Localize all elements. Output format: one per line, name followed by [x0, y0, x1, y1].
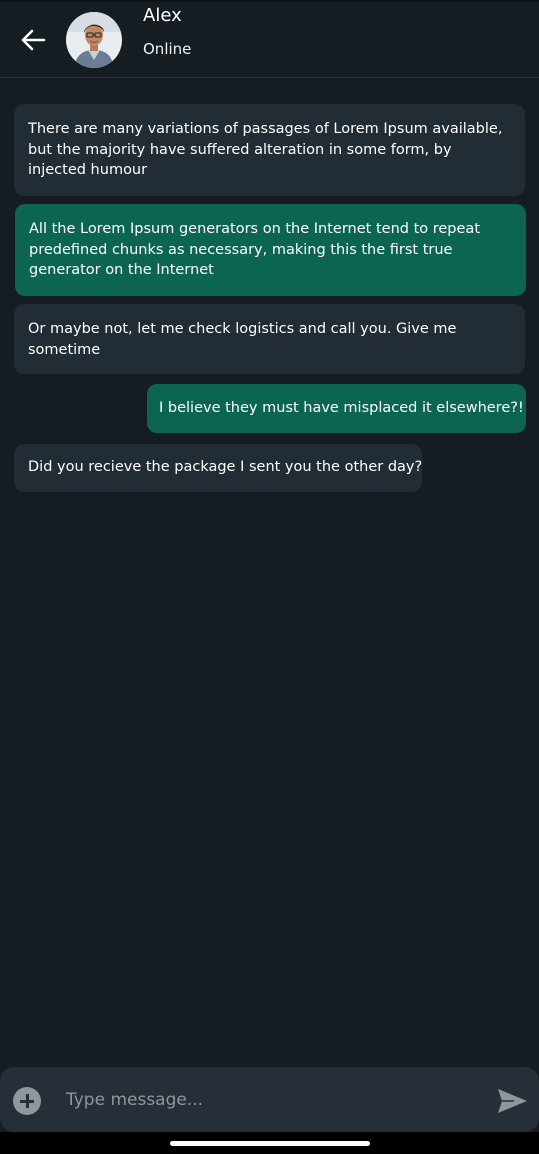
contact-name: Alex — [143, 5, 182, 26]
home-indicator[interactable] — [170, 1141, 370, 1146]
message-text: There are many variations of passages of… — [28, 121, 503, 178]
message-text: All the Lorem Ipsum generators on the In… — [29, 221, 481, 278]
message-text: Did you recieve the package I sent you t… — [28, 459, 423, 475]
back-button[interactable] — [14, 22, 52, 58]
system-navigation-bar — [0, 1132, 539, 1154]
message-bubble-outgoing[interactable]: I believe they must have misplaced it el… — [147, 384, 526, 433]
message-bubble-incoming[interactable]: Or maybe not, let me check logistics and… — [14, 304, 525, 374]
status-bar-strip — [0, 0, 539, 2]
chat-screen: Alex Online There are many variations of… — [0, 0, 539, 1154]
arrow-left-icon — [21, 29, 46, 51]
chat-header: Alex Online — [0, 0, 539, 78]
plus-circle-icon[interactable] — [13, 1087, 41, 1115]
avatar[interactable] — [66, 12, 122, 68]
message-bubble-outgoing[interactable]: All the Lorem Ipsum generators on the In… — [15, 204, 526, 296]
contact-status: Online — [143, 40, 192, 58]
message-bubble-incoming[interactable]: Did you recieve the package I sent you t… — [14, 444, 422, 492]
message-composer — [0, 1067, 539, 1132]
send-button[interactable] — [496, 1086, 528, 1116]
avatar-photo — [66, 12, 122, 68]
message-text: Or maybe not, let me check logistics and… — [28, 321, 457, 358]
message-bubble-incoming[interactable]: There are many variations of passages of… — [14, 104, 525, 196]
message-input[interactable] — [64, 1085, 468, 1115]
send-icon — [498, 1089, 527, 1113]
message-text: I believe they must have misplaced it el… — [159, 400, 524, 416]
